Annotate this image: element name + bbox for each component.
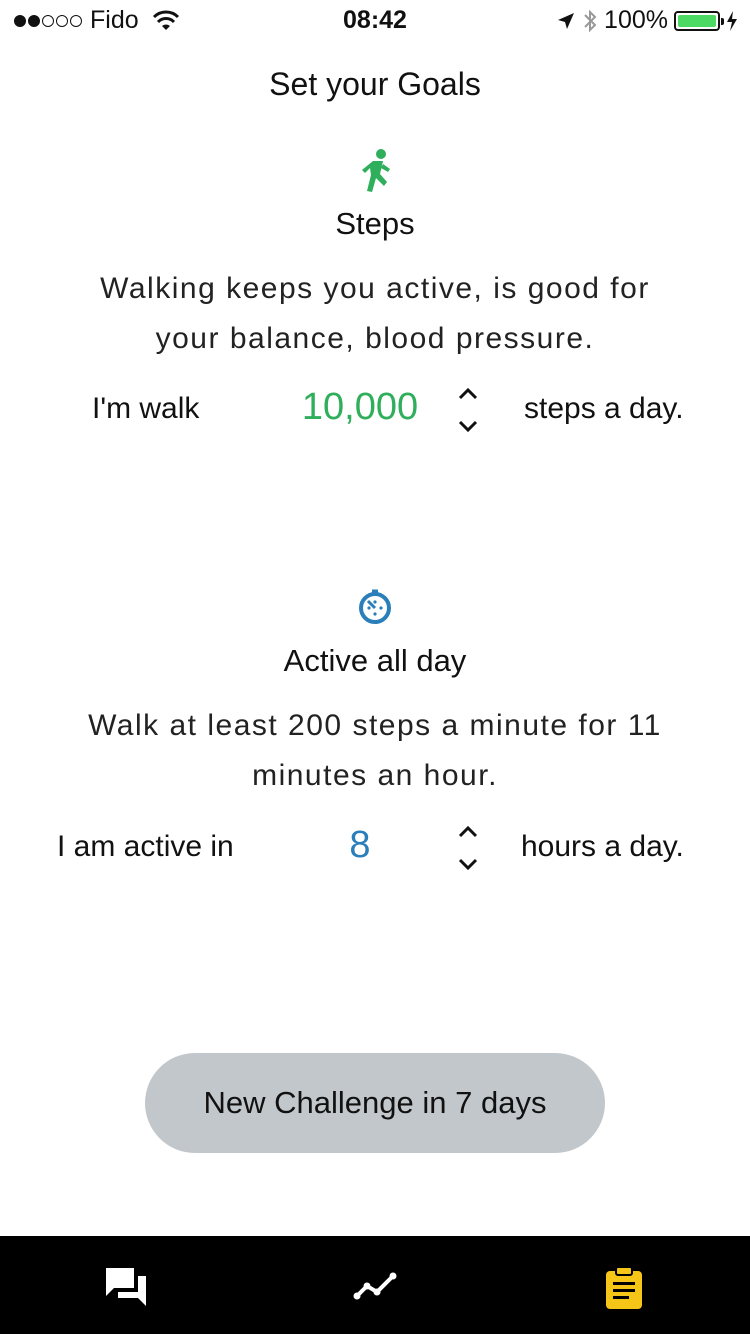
status-right: 100% <box>556 6 738 35</box>
battery-percent: 100% <box>604 6 668 34</box>
charging-bolt-icon <box>727 10 737 31</box>
clipboard-icon <box>606 1266 642 1309</box>
steps-goal-row: I'm walk 10,000 steps a day. <box>0 380 750 440</box>
status-bar: Fido 08:42 100% <box>0 0 750 40</box>
page-title: Set your Goals <box>269 66 481 102</box>
steps-value[interactable]: 10,000 <box>280 386 440 429</box>
steps-title: Steps <box>335 206 415 241</box>
timer-icon <box>0 588 750 626</box>
active-title: Active all day <box>283 643 467 678</box>
active-hours-value[interactable]: 8 <box>320 824 400 867</box>
active-suffix: hours a day. <box>521 830 684 863</box>
chevron-up-icon <box>458 825 478 838</box>
new-challenge-button[interactable]: New Challenge in 7 days <box>145 1053 605 1153</box>
active-description: Walk at least 200 steps a minute for 11 … <box>88 709 662 792</box>
steps-stepper[interactable] <box>450 380 486 440</box>
tab-chat[interactable] <box>104 1266 148 1310</box>
chat-icon <box>106 1268 146 1306</box>
chevron-down-icon <box>458 858 478 871</box>
running-person-icon <box>0 148 750 194</box>
active-prefix: I am active in <box>57 830 234 863</box>
battery-icon <box>674 10 724 31</box>
chevron-up-icon <box>458 387 478 400</box>
tab-bar <box>0 1236 750 1334</box>
tab-progress[interactable] <box>353 1266 397 1310</box>
location-arrow-icon <box>558 12 575 29</box>
chevron-down-icon <box>458 420 478 433</box>
active-hours-stepper[interactable] <box>450 818 486 878</box>
steps-prefix: I'm walk <box>92 392 200 425</box>
tab-goals[interactable] <box>604 1266 648 1310</box>
bluetooth-icon <box>584 9 597 32</box>
active-goal-row: I am active in 8 hours a day. <box>0 818 750 878</box>
trend-line-icon <box>353 1272 397 1300</box>
steps-description: Walking keeps you active, is good for yo… <box>100 272 650 355</box>
steps-suffix: steps a day. <box>524 392 684 425</box>
